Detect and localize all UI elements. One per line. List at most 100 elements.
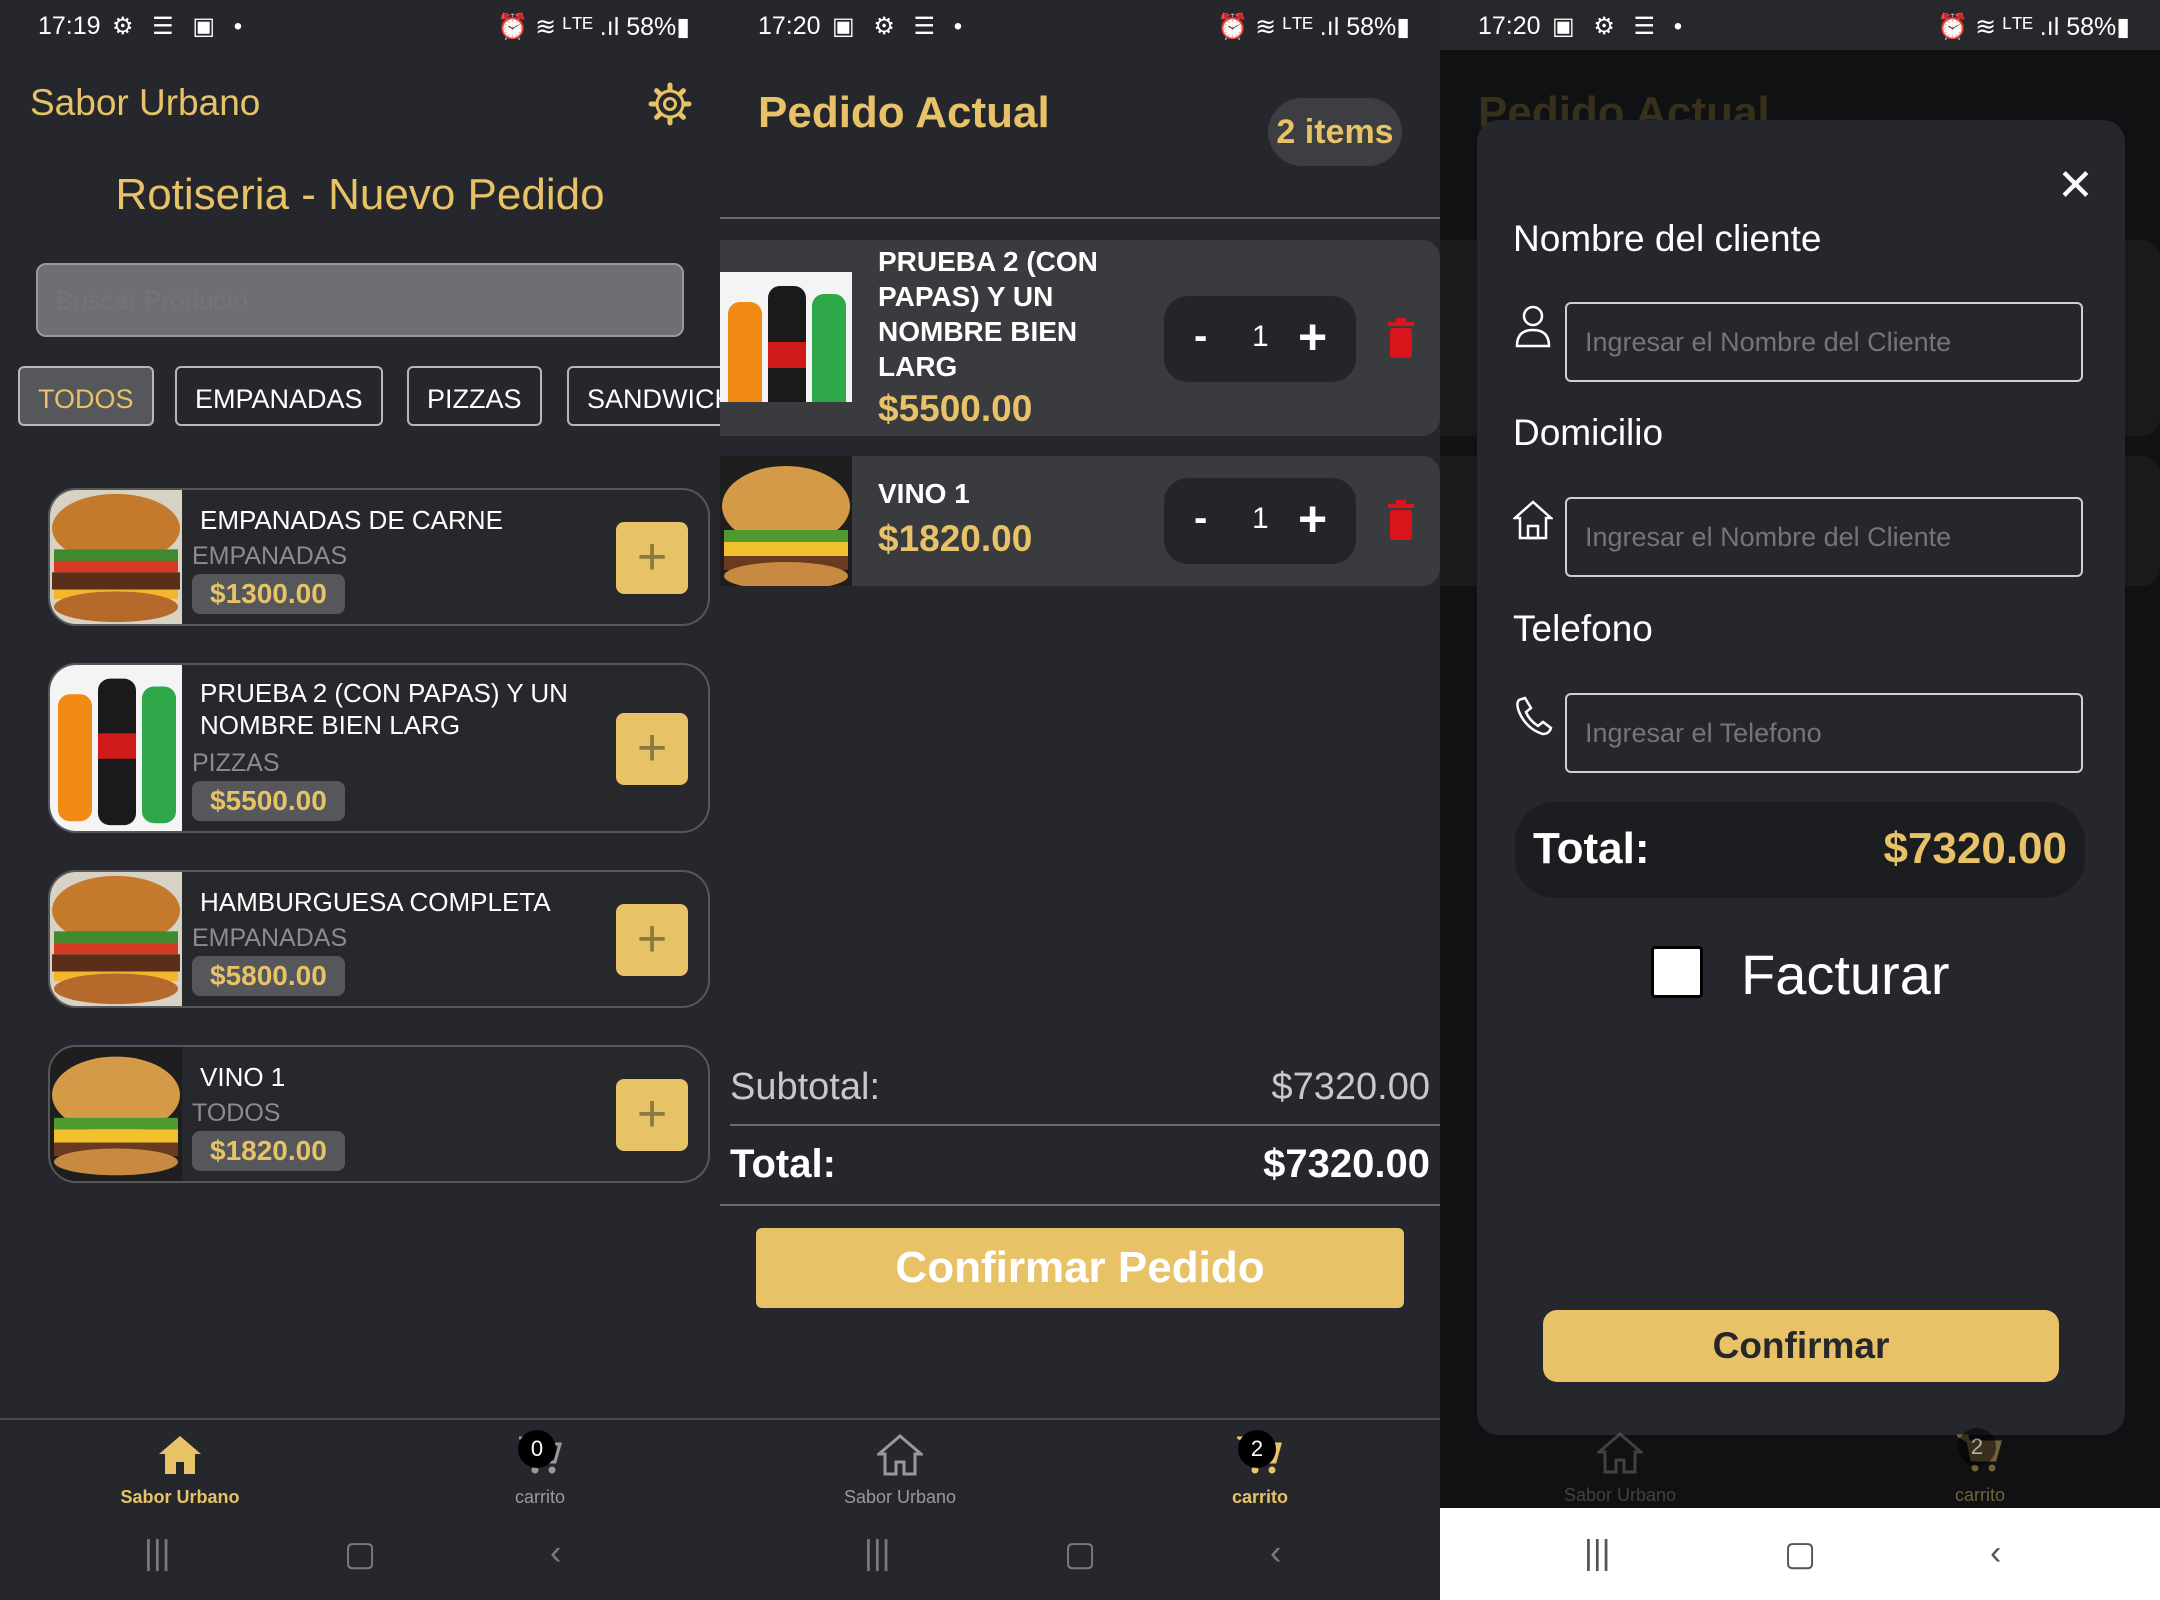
confirm-order-button[interactable]: Confirmar Pedido — [756, 1228, 1404, 1308]
category-tab-empanadas[interactable]: EMPANADAS — [175, 366, 383, 426]
home-icon — [159, 1436, 201, 1474]
bottom-nav: Sabor Urbano carrito 2 — [720, 1418, 1440, 1508]
order-title: Pedido Actual — [758, 88, 1050, 137]
settings-gear-icon[interactable] — [648, 82, 692, 126]
add-to-cart-button[interactable]: + — [616, 713, 688, 785]
subtotal-label: Subtotal: — [730, 1066, 880, 1108]
product-category: EMPANADAS — [192, 924, 348, 952]
confirm-button[interactable]: Confirmar — [1543, 1310, 2059, 1382]
product-price: $1300.00 — [192, 574, 345, 614]
order-item: VINO 1 $1820.00 - 1 + — [720, 456, 1440, 586]
product-price: $5500.00 — [192, 781, 345, 821]
address-field[interactable] — [1565, 497, 2083, 577]
category-tab-todos[interactable]: TODOS — [18, 366, 154, 426]
divider — [730, 1124, 1440, 1126]
total-row: Total: $7320.00 — [730, 1142, 1430, 1187]
nav-cart-label: carrito — [1231, 1487, 1289, 1507]
recents-icon[interactable]: ||| — [1584, 1534, 1611, 1573]
app-brand: Sabor Urbano — [30, 82, 261, 123]
address-label: Domicilio — [1513, 412, 1664, 453]
product-category: PIZZAS — [192, 749, 280, 777]
delete-trash-icon[interactable] — [1386, 500, 1416, 540]
total-summary: Total: $7320.00 — [1515, 802, 2085, 898]
phone-field[interactable] — [1565, 693, 2083, 773]
screen-current-order: 17:20 ▣ ⚙ ☰ • ⏰ ≋ ᴸᵀᴱ .ıl 58%▮ Pedido Ac… — [720, 0, 1440, 1600]
home-circle-icon[interactable]: ▢ — [344, 1534, 376, 1574]
customer-modal: ✕ Nombre del cliente Domicilio Telefono … — [1477, 120, 2125, 1435]
status-right-icons: ⏰ ≋ ᴸᵀᴱ .ıl 58%▮ — [1937, 13, 2130, 41]
status-right-icons: ⏰ ≋ ᴸᵀᴱ .ıl 58%▮ — [497, 13, 690, 41]
sodas-image — [720, 272, 852, 402]
order-item-price: $5500.00 — [878, 388, 1033, 429]
quantity-value: 1 — [1252, 502, 1269, 535]
recents-icon[interactable]: ||| — [144, 1534, 171, 1573]
divider — [720, 1204, 1440, 1206]
decrease-button[interactable]: - — [1194, 314, 1207, 359]
increase-button[interactable]: + — [1298, 490, 1327, 548]
nav-home[interactable]: Sabor Urbano — [80, 1434, 280, 1508]
total-label: Total: — [1533, 824, 1650, 873]
product-card[interactable]: EMPANADAS DE CARNE EMPANADAS $1300.00 + — [48, 488, 710, 626]
product-name: EMPANADAS DE CARNE — [200, 505, 503, 535]
bottom-nav: Sabor Urbano carrito 0 — [0, 1418, 720, 1508]
decrease-button[interactable]: - — [1194, 496, 1207, 541]
cart-count-badge: 2 — [1958, 1428, 1996, 1466]
sandwich-image — [50, 1047, 182, 1181]
product-price: $1820.00 — [192, 1131, 345, 1171]
order-item-name: PRUEBA 2 (CON PAPAS) Y UN NOMBRE BIEN LA… — [878, 246, 1098, 382]
sandwich-image — [720, 456, 852, 586]
items-count-badge: 2 items — [1268, 98, 1402, 166]
user-icon — [1515, 305, 1551, 348]
burger-image — [50, 872, 182, 1006]
recents-icon[interactable]: ||| — [864, 1534, 891, 1573]
system-nav-bar: ||| ▢ ‹ — [720, 1508, 1440, 1600]
home-icon — [1513, 500, 1553, 540]
product-price: $5800.00 — [192, 956, 345, 996]
product-category: TODOS — [192, 1099, 281, 1127]
category-tab-pizzas[interactable]: PIZZAS — [407, 366, 542, 426]
home-icon — [874, 1434, 926, 1476]
invoice-label: Facturar — [1741, 943, 1950, 1006]
nav-home-label: Sabor Urbano — [120, 1487, 240, 1507]
status-time: 17:20 — [758, 12, 821, 40]
sodas-image — [50, 665, 182, 831]
add-to-cart-button[interactable]: + — [616, 522, 688, 594]
status-icons: ⚙ ☰ ▣ • — [112, 13, 249, 40]
product-card[interactable]: PRUEBA 2 (CON PAPAS) Y UN NOMBRE BIEN LA… — [48, 663, 710, 833]
phone-label: Telefono — [1513, 608, 1653, 649]
status-icons: ▣ ⚙ ☰ • — [832, 13, 969, 40]
product-name: VINO 1 — [200, 1062, 286, 1092]
nav-home-label: Sabor Urbano — [1563, 1485, 1677, 1505]
product-card[interactable]: HAMBURGUESA COMPLETA EMPANADAS $5800.00 … — [48, 870, 710, 1008]
close-icon[interactable]: ✕ — [2057, 160, 2094, 211]
product-search-input[interactable] — [36, 263, 684, 337]
back-icon[interactable]: ‹ — [1990, 1534, 2001, 1573]
customer-name-field[interactable] — [1565, 302, 2083, 382]
status-bar: 17:20 ▣ ⚙ ☰ • ⏰ ≋ ᴸᵀᴱ .ıl 58%▮ — [720, 0, 1440, 50]
status-time: 17:20 — [1478, 12, 1541, 40]
home-circle-icon[interactable]: ▢ — [1784, 1534, 1816, 1574]
system-nav-bar: ||| ▢ ‹ — [0, 1508, 720, 1600]
status-bar: 17:20 ▣ ⚙ ☰ • ⏰ ≋ ᴸᵀᴱ .ıl 58%▮ — [1440, 0, 2160, 50]
subtotal-value: $7320.00 — [1271, 1066, 1431, 1108]
add-to-cart-button[interactable]: + — [616, 1079, 688, 1151]
product-category: EMPANADAS — [192, 542, 348, 570]
increase-button[interactable]: + — [1298, 308, 1327, 366]
system-nav-bar: ||| ▢ ‹ — [1440, 1508, 2160, 1600]
status-right-icons: ⏰ ≋ ᴸᵀᴱ .ıl 58%▮ — [1217, 13, 1410, 41]
home-circle-icon[interactable]: ▢ — [1064, 1534, 1096, 1574]
invoice-checkbox[interactable] — [1651, 946, 1703, 998]
nav-home[interactable]: Sabor Urbano — [800, 1434, 1000, 1508]
burger-image — [50, 490, 182, 624]
nav-home[interactable]: Sabor Urbano — [1520, 1432, 1720, 1506]
quantity-stepper: - 1 + — [1164, 296, 1356, 382]
product-card[interactable]: VINO 1 TODOS $1820.00 + — [48, 1045, 710, 1183]
add-to-cart-button[interactable]: + — [616, 904, 688, 976]
back-icon[interactable]: ‹ — [1270, 1534, 1281, 1573]
page-title: Rotiseria - Nuevo Pedido — [115, 170, 605, 219]
customer-name-label: Nombre del cliente — [1513, 218, 1822, 259]
phone-icon — [1516, 696, 1553, 736]
back-icon[interactable]: ‹ — [550, 1534, 561, 1573]
delete-trash-icon[interactable] — [1386, 318, 1416, 358]
category-tab-sandwich[interactable]: SANDWICH — [567, 366, 720, 426]
